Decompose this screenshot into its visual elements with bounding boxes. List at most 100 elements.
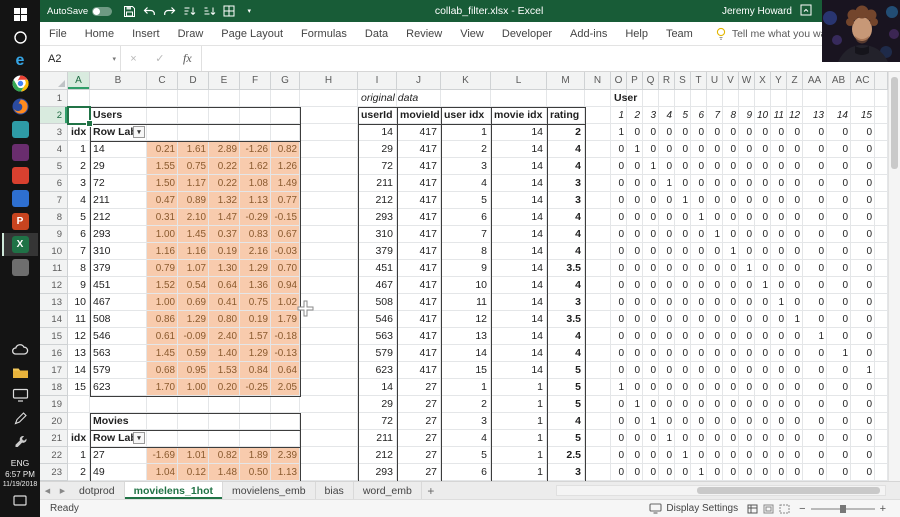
cell-R3[interactable]: 0 (659, 124, 675, 141)
cell-A7[interactable]: 4 (68, 192, 90, 209)
cell-R17[interactable]: 0 (659, 362, 675, 379)
cell-O14[interactable]: 0 (611, 311, 627, 328)
cell-H6[interactable] (300, 175, 358, 192)
row-header-4[interactable]: 4 (40, 141, 68, 158)
cell-N21[interactable] (585, 430, 611, 447)
cell-O23[interactable]: 0 (611, 464, 627, 481)
cell-V10[interactable]: 1 (723, 243, 739, 260)
cell-S16[interactable]: 0 (675, 345, 691, 362)
cell-I21[interactable]: 211 (358, 430, 397, 447)
cell-A17[interactable]: 14 (68, 362, 90, 379)
cell-U16[interactable]: 0 (707, 345, 723, 362)
cell-Z8[interactable]: 0 (787, 209, 803, 226)
horizontal-scrollbar-thumb[interactable] (697, 487, 880, 494)
cell-A16[interactable]: 13 (68, 345, 90, 362)
cell-E18[interactable]: 0.20 (209, 379, 240, 396)
cell-A15[interactable]: 12 (68, 328, 90, 345)
cell-AD18[interactable] (875, 379, 888, 396)
cell-A23[interactable]: 2 (68, 464, 90, 481)
column-header-AB[interactable]: AB (827, 72, 851, 90)
cell-N10[interactable] (585, 243, 611, 260)
column-header-S[interactable]: S (675, 72, 691, 90)
cell-O18[interactable]: 1 (611, 379, 627, 396)
cell-AB15[interactable]: 0 (827, 328, 851, 345)
cell-P2[interactable]: 2 (627, 107, 643, 124)
cell-Q5[interactable]: 1 (643, 158, 659, 175)
cell-A5[interactable]: 2 (68, 158, 90, 175)
cell-V22[interactable]: 0 (723, 447, 739, 464)
cell-G18[interactable]: 2.05 (271, 379, 300, 396)
app-gray-icon[interactable] (2, 256, 38, 279)
column-header-K[interactable]: K (441, 72, 491, 90)
autosave-toggle[interactable]: AutoSave (47, 6, 113, 17)
cell-M15[interactable]: 4 (547, 328, 585, 345)
column-header-G[interactable]: G (271, 72, 300, 90)
cell-N19[interactable] (585, 396, 611, 413)
cell-U1[interactable] (707, 90, 723, 107)
cell-S2[interactable]: 5 (675, 107, 691, 124)
cell-W7[interactable]: 0 (739, 192, 755, 209)
cell-F10[interactable]: 2.16 (240, 243, 271, 260)
cell-W12[interactable]: 0 (739, 277, 755, 294)
taskbar-clock[interactable]: 6:57 PM 11/19/2018 (3, 470, 38, 489)
cell-W22[interactable]: 0 (739, 447, 755, 464)
cell-E4[interactable]: 2.89 (209, 141, 240, 158)
cell-H1[interactable] (300, 90, 358, 107)
enter-icon[interactable]: ✓ (155, 52, 164, 65)
column-header-AC[interactable]: AC (851, 72, 875, 90)
cell-S8[interactable]: 0 (675, 209, 691, 226)
cell-A2[interactable] (68, 107, 90, 124)
cell-M2[interactable]: rating (547, 107, 585, 124)
app-blue-icon[interactable] (2, 187, 38, 210)
cell-E20[interactable] (209, 413, 240, 430)
cell-AA11[interactable]: 0 (803, 260, 827, 277)
cell-E2[interactable] (209, 107, 240, 124)
cell-J21[interactable]: 27 (397, 430, 441, 447)
cell-H18[interactable] (300, 379, 358, 396)
cell-O7[interactable]: 0 (611, 192, 627, 209)
cell-Y10[interactable]: 0 (771, 243, 787, 260)
cell-U4[interactable]: 0 (707, 141, 723, 158)
column-header-N[interactable]: N (585, 72, 611, 90)
cell-P16[interactable]: 0 (627, 345, 643, 362)
cell-L15[interactable]: 14 (491, 328, 547, 345)
cell-N17[interactable] (585, 362, 611, 379)
cell-J5[interactable]: 417 (397, 158, 441, 175)
powerpoint-icon[interactable]: P (2, 210, 38, 233)
cell-C20[interactable] (147, 413, 178, 430)
filter-dropdown-icon[interactable]: ▾ (133, 126, 145, 138)
cell-Y23[interactable]: 0 (771, 464, 787, 481)
cell-AB11[interactable]: 0 (827, 260, 851, 277)
onedrive-icon[interactable] (2, 338, 38, 361)
cell-AC4[interactable]: 0 (851, 141, 875, 158)
cell-F20[interactable] (240, 413, 271, 430)
cell-Q18[interactable]: 0 (643, 379, 659, 396)
cell-M6[interactable]: 3 (547, 175, 585, 192)
cell-N23[interactable] (585, 464, 611, 481)
cell-H13[interactable] (300, 294, 358, 311)
cell-G17[interactable]: 0.64 (271, 362, 300, 379)
cell-W8[interactable]: 0 (739, 209, 755, 226)
cell-I10[interactable]: 379 (358, 243, 397, 260)
cell-Y16[interactable]: 0 (771, 345, 787, 362)
cell-AC9[interactable]: 0 (851, 226, 875, 243)
cell-T22[interactable]: 0 (691, 447, 707, 464)
cell-L19[interactable]: 1 (491, 396, 547, 413)
cell-C11[interactable]: 0.79 (147, 260, 178, 277)
cell-X13[interactable]: 0 (755, 294, 771, 311)
cell-K18[interactable]: 1 (441, 379, 491, 396)
column-header-U[interactable]: U (707, 72, 723, 90)
cell-L9[interactable]: 14 (491, 226, 547, 243)
cell-Z13[interactable]: 0 (787, 294, 803, 311)
cell-K21[interactable]: 4 (441, 430, 491, 447)
cell-AB2[interactable]: 14 (827, 107, 851, 124)
cell-A20[interactable] (68, 413, 90, 430)
cell-AB6[interactable]: 0 (827, 175, 851, 192)
cell-S21[interactable]: 0 (675, 430, 691, 447)
cell-W23[interactable]: 0 (739, 464, 755, 481)
cell-I16[interactable]: 579 (358, 345, 397, 362)
pen-icon[interactable] (2, 407, 38, 430)
cell-Y18[interactable]: 0 (771, 379, 787, 396)
cell-A13[interactable]: 10 (68, 294, 90, 311)
cell-W14[interactable]: 0 (739, 311, 755, 328)
